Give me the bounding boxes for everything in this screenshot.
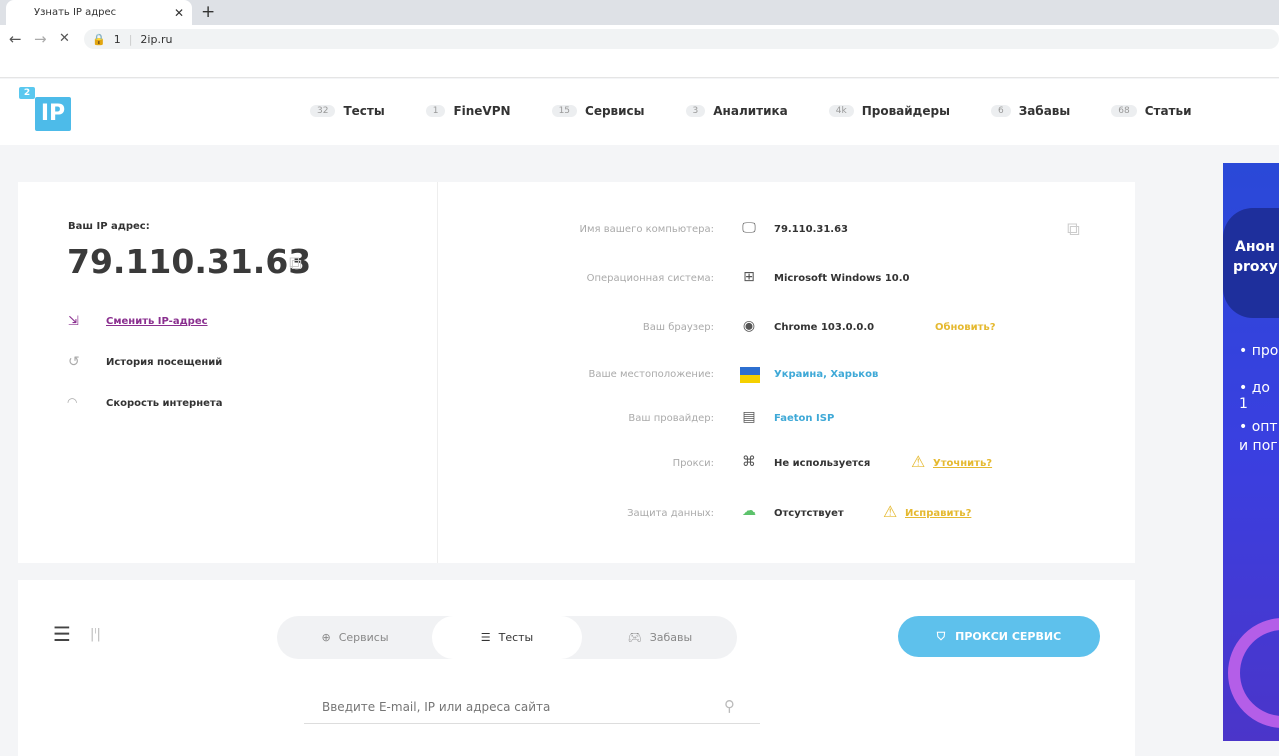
tab-fun[interactable]: 🎮︎ Забавы bbox=[595, 616, 725, 659]
windows-icon: ⊞ bbox=[743, 269, 755, 285]
menu-label: Сервисы bbox=[585, 104, 645, 118]
logo-sup[interactable]: 2 bbox=[19, 87, 35, 99]
speed-icon: ◠ bbox=[67, 395, 78, 409]
update-browser-link[interactable]: Обновить? bbox=[935, 322, 996, 333]
tab-label: Забавы bbox=[649, 631, 693, 644]
search-input[interactable] bbox=[304, 690, 760, 724]
grid-view-icon[interactable]: |ˡ| bbox=[90, 627, 101, 642]
forward-icon[interactable]: → bbox=[34, 30, 47, 48]
location-label: Ваше местоположение: bbox=[588, 369, 715, 380]
count-badge: 6 bbox=[990, 105, 1011, 117]
warning-icon: ⚠ bbox=[911, 452, 926, 471]
change-ip-link[interactable]: Сменить IP-адрес bbox=[106, 316, 208, 327]
provider-label: Ваш провайдер: bbox=[628, 413, 714, 424]
ad-bullet: и пог bbox=[1239, 438, 1278, 454]
back-icon[interactable]: ← bbox=[9, 30, 22, 48]
computer-name-label: Имя вашего компьютера: bbox=[579, 224, 714, 235]
browser-tab[interactable]: Узнать IP адрес ✕ bbox=[6, 0, 192, 25]
count-badge: 3 bbox=[685, 105, 706, 117]
menu-label: Тесты bbox=[343, 104, 385, 118]
tests-icon: ☰ bbox=[480, 631, 491, 644]
menu-item-services[interactable]: 15 Сервисы bbox=[551, 104, 645, 118]
count-badge: 32 bbox=[310, 105, 336, 117]
ip-label: Ваш IP адрес: bbox=[68, 221, 150, 232]
count-badge: 68 bbox=[1111, 105, 1137, 117]
count-badge: 4k bbox=[828, 105, 854, 117]
change-ip-icon: ⇲ bbox=[68, 314, 79, 329]
hamburger-icon[interactable]: ☰ bbox=[53, 624, 71, 644]
tab-label: Тесты bbox=[498, 631, 534, 644]
address-bar[interactable]: 🔒 1 | 2ip.ru bbox=[84, 29, 1279, 49]
menu-label: Статьи bbox=[1144, 104, 1192, 118]
ad-bullet: • опт bbox=[1239, 419, 1278, 435]
history-link[interactable]: История посещений bbox=[106, 357, 222, 368]
proxy-value: Не используется bbox=[774, 458, 871, 469]
main-menu: 32 Тесты 1 FineVPN 15 Сервисы 3 Аналитика 4k… bbox=[310, 104, 1233, 118]
proxy-label: Прокси: bbox=[672, 458, 714, 469]
os-value: Microsoft Windows 10.0 bbox=[774, 273, 910, 284]
warning-icon: ⚠ bbox=[883, 502, 898, 521]
ad-bullet: • до 1 bbox=[1239, 380, 1270, 412]
menu-item-fun[interactable]: 6 Забавы bbox=[990, 104, 1071, 118]
close-tab-icon[interactable]: ✕ bbox=[174, 6, 184, 20]
data-protection-value: Отсутствует bbox=[774, 508, 844, 519]
logo[interactable]: IP bbox=[35, 97, 71, 131]
ad-title: Анон bbox=[1235, 239, 1275, 255]
separator: | bbox=[128, 32, 133, 46]
ad-bullet: • про bbox=[1239, 343, 1279, 359]
data-protection-label: Защита данных: bbox=[627, 508, 714, 519]
wifi-icon bbox=[1228, 618, 1279, 728]
ip-value: 79.110.31.63 bbox=[67, 242, 312, 281]
tab-title: Узнать IP адрес bbox=[34, 7, 117, 18]
chrome-icon: ◉ bbox=[742, 318, 756, 334]
cloud-lock-icon: ☁ bbox=[742, 503, 756, 519]
server-icon: ▤ bbox=[742, 409, 756, 425]
ad-title: proxy bbox=[1233, 259, 1278, 275]
search-icon[interactable]: ⚲ bbox=[724, 697, 735, 715]
browser-label: Ваш браузер: bbox=[642, 322, 714, 333]
menu-label: Провайдеры bbox=[861, 104, 950, 118]
speed-link[interactable]: Скорость интернета bbox=[106, 398, 222, 409]
monitor-icon: 🖵 bbox=[742, 220, 756, 236]
menu-item-analytics[interactable]: 3 Аналитика bbox=[685, 104, 788, 118]
lock-icon: 🔒 bbox=[92, 32, 106, 46]
copy-icon[interactable]: ⧉ bbox=[1067, 219, 1080, 240]
fix-link[interactable]: Исправить? bbox=[905, 508, 971, 519]
tab-tests[interactable]: ☰ Тесты bbox=[432, 616, 582, 659]
menu-item-tests[interactable]: 32 Тесты bbox=[310, 104, 385, 118]
tools-card bbox=[18, 580, 1135, 756]
count-badge: 15 bbox=[551, 105, 578, 117]
menu-item-articles[interactable]: 68 Статьи bbox=[1111, 104, 1192, 118]
ad-banner[interactable]: Анон proxy • про • до 1 • опт и пог bbox=[1223, 163, 1279, 741]
menu-item-providers[interactable]: 4k Провайдеры bbox=[828, 104, 950, 118]
menu-label: Забавы bbox=[1018, 104, 1071, 118]
ukraine-flag-icon bbox=[740, 367, 760, 383]
computer-name-value: 79.110.31.63 bbox=[774, 224, 849, 235]
shield-icon: ⛉ bbox=[936, 629, 946, 643]
clarify-link[interactable]: Уточнить? bbox=[933, 458, 992, 469]
button-label: ПРОКСИ СЕРВИС bbox=[955, 630, 1062, 643]
menu-label: FineVPN bbox=[453, 104, 511, 118]
gamepad-icon: 🎮︎ bbox=[627, 631, 642, 644]
menu-label: Аналитика bbox=[713, 104, 788, 118]
os-label: Операционная система: bbox=[586, 273, 714, 284]
globe-icon: ⊕ bbox=[321, 631, 331, 644]
menu-item-finevpn[interactable]: 1 FineVPN bbox=[425, 104, 511, 118]
url-text: 2ip.ru bbox=[140, 32, 173, 46]
provider-value[interactable]: Faeton ISP bbox=[774, 413, 834, 424]
history-icon: ↺ bbox=[68, 354, 80, 370]
count-badge: 1 bbox=[425, 105, 446, 117]
location-value[interactable]: Украина, Харьков bbox=[774, 369, 878, 380]
tab-label: Сервисы bbox=[338, 631, 389, 644]
network-icon: ⌘ bbox=[742, 454, 756, 470]
proxy-service-button[interactable]: ⛉ ПРОКСИ СЕРВИС bbox=[898, 616, 1100, 657]
tab-services[interactable]: ⊕ Сервисы bbox=[290, 616, 420, 659]
browser-value: Chrome 103.0.0.0 bbox=[774, 322, 875, 333]
new-tab-button[interactable]: + bbox=[201, 2, 215, 22]
url-prefix: 1 bbox=[113, 32, 121, 46]
copy-icon[interactable]: ⧉ bbox=[289, 253, 309, 274]
stop-icon[interactable]: ✕ bbox=[59, 31, 70, 46]
